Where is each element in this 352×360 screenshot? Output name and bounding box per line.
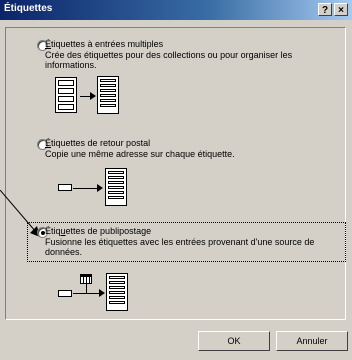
title-text: Étiq (45, 226, 61, 236)
options-panel (5, 27, 346, 320)
option-multiple-entries-title: Étiquettes à entrées multiples (45, 39, 163, 49)
labels-dialog: Étiquettes ? × Étiquettes à entrées mult… (0, 0, 352, 360)
close-button[interactable]: × (334, 3, 348, 16)
option-return-address-title: Étiquettes de retour postal (45, 138, 150, 148)
arrow-head-icon (97, 184, 103, 192)
ok-button[interactable]: OK (198, 331, 270, 351)
window-title: Étiquettes (4, 3, 53, 14)
arrow-line (73, 293, 99, 294)
arrow-line (86, 284, 87, 293)
data-source-icon (80, 274, 92, 284)
address-card-icon (58, 184, 72, 191)
arrow-head-icon (99, 289, 105, 297)
address-card-icon (58, 290, 72, 297)
source-records-icon (55, 77, 77, 113)
arrow-line (73, 188, 98, 189)
option-mail-merge-title: Étiquettes de publipostage (45, 226, 151, 236)
cancel-button[interactable]: Annuler (276, 331, 348, 351)
option-mail-merge-description: Fusionne les étiquettes avec les entrées… (45, 237, 315, 257)
option-return-address-description: Copie une même adresse sur chaque étique… (45, 149, 235, 159)
arrow-head-icon (90, 92, 96, 100)
option-multiple-entries-description: Crée des étiquettes pour des collections… (45, 50, 293, 70)
title-text: ettes de publipostage (65, 226, 152, 236)
title-text: tiquettes à entrées multiples (51, 39, 164, 49)
label-sheet-icon (105, 168, 127, 206)
help-button[interactable]: ? (318, 3, 332, 16)
label-sheet-icon (97, 76, 119, 114)
title-bar[interactable]: Étiquettes ? × (0, 0, 352, 20)
label-sheet-icon (106, 273, 128, 311)
title-text: tiquettes de retour postal (51, 138, 151, 148)
arrow-line (80, 96, 90, 97)
